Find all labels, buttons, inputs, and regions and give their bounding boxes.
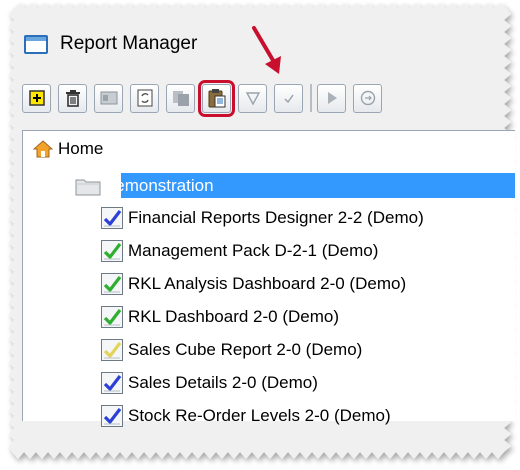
filter-icon (245, 92, 260, 106)
report-icon (101, 272, 123, 295)
toolbar-separator (310, 84, 312, 112)
play-icon (327, 92, 337, 104)
tree-item-label: RKL Analysis Dashboard 2-0 (Demo) (128, 273, 407, 293)
tree-item-label: Financial Reports Designer 2-2 (Demo) (128, 207, 424, 227)
toolbar (22, 78, 512, 118)
paste-icon (208, 89, 225, 108)
window-icon (24, 34, 48, 54)
refresh-button[interactable] (130, 83, 159, 113)
tree-item-label: Home (58, 138, 104, 158)
properties-icon (100, 91, 117, 105)
tree-item-demonstration-folder[interactable]: Demonstration (75, 172, 214, 199)
folder-icon (75, 179, 101, 195)
tree-item-label: Stock Re-Order Levels 2-0 (Demo) (128, 405, 391, 425)
window-title: Report Manager (60, 33, 198, 54)
report-icon (101, 305, 123, 328)
report-tree: Home Demonstration Financial Reports Des… (22, 130, 515, 427)
report-icon (101, 338, 123, 361)
add-button[interactable] (22, 83, 51, 113)
delete-button[interactable] (58, 83, 87, 113)
report-icon (101, 371, 123, 394)
paste-button[interactable] (198, 79, 235, 117)
add-icon (28, 90, 45, 106)
tree-item-report[interactable]: Stock Re-Order Levels 2-0 (Demo) (101, 402, 391, 429)
tree-item-report[interactable]: RKL Analysis Dashboard 2-0 (Demo) (101, 270, 406, 297)
tree-item-label: Management Pack D-2-1 (Demo) (128, 240, 379, 260)
publish-icon (360, 90, 375, 106)
run-button[interactable] (317, 83, 346, 113)
tree-item-report[interactable]: Management Pack D-2-1 (Demo) (101, 237, 378, 264)
home-icon (33, 139, 53, 157)
properties-button[interactable] (94, 83, 123, 113)
tree-item-label: Sales Details 2-0 (Demo) (128, 372, 318, 392)
tree-item-home[interactable]: Home (33, 135, 103, 162)
tree-item-report[interactable]: RKL Dashboard 2-0 (Demo) (101, 303, 339, 330)
trash-icon (65, 90, 80, 107)
tree-item-label: RKL Dashboard 2-0 (Demo) (128, 306, 340, 326)
report-icon (101, 404, 123, 427)
tree-item-report[interactable]: Sales Details 2-0 (Demo) (101, 369, 318, 396)
red-arrow-annotation (252, 26, 281, 74)
report-icon (101, 239, 123, 262)
tree-item-report[interactable]: Sales Cube Report 2-0 (Demo) (101, 336, 362, 363)
tree-item-label: Demonstration (103, 175, 214, 195)
tree-item-report[interactable]: Financial Reports Designer 2-2 (Demo) (101, 204, 424, 231)
tree-item-label: Sales Cube Report 2-0 (Demo) (128, 339, 363, 359)
check-icon (283, 94, 294, 104)
check-button[interactable] (274, 83, 303, 113)
report-icon (101, 206, 123, 229)
copy-button[interactable] (166, 83, 195, 113)
copy-icon (172, 91, 189, 106)
refresh-icon (137, 89, 152, 107)
publish-button[interactable] (353, 83, 382, 113)
filter-button[interactable] (238, 83, 267, 113)
